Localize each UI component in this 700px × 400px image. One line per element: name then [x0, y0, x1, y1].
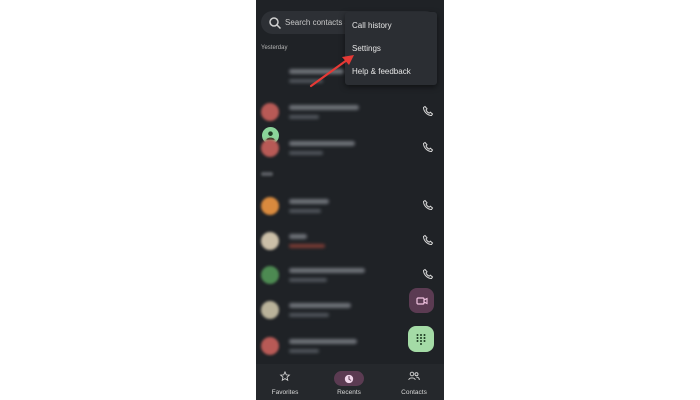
nav-recents[interactable]: Recents — [324, 364, 374, 400]
phone-screen: Search contacts & Yesterday Call history… — [256, 0, 444, 400]
nav-label: Contacts — [401, 389, 427, 396]
annotation-arrow — [309, 55, 354, 88]
nav-label: Recents — [337, 389, 361, 396]
clock-icon — [344, 374, 354, 383]
star-icon — [279, 371, 291, 382]
nav-favorites[interactable]: Favorites — [260, 364, 310, 400]
nav-label: Favorites — [271, 389, 299, 396]
nav-contacts[interactable]: Contacts — [389, 364, 439, 400]
people-icon — [408, 371, 420, 381]
selected-indicator — [334, 371, 364, 386]
bottom-navigation: Favorites Recents Contacts — [256, 364, 444, 400]
